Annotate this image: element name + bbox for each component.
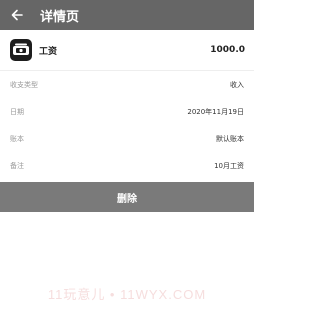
row-value: 收入 bbox=[230, 80, 244, 89]
arrow-left-icon bbox=[11, 9, 23, 21]
back-button[interactable] bbox=[8, 6, 26, 24]
detail-row-book: 账本 默认账本 bbox=[0, 125, 254, 152]
row-value: 10月工资 bbox=[214, 161, 244, 170]
page-title: 详情页 bbox=[40, 9, 80, 25]
row-label: 账本 bbox=[10, 134, 24, 143]
detail-row-type: 收支类型 收入 bbox=[0, 71, 254, 98]
row-value: 默认账本 bbox=[216, 134, 244, 143]
row-label: 备注 bbox=[10, 161, 24, 170]
record-summary: 工资 1000.0 bbox=[0, 30, 254, 70]
watermark: 11玩意儿 • 11WYX.COM bbox=[47, 287, 207, 302]
category-name: 工资 bbox=[39, 46, 58, 57]
app-bar: 详情页 bbox=[0, 0, 254, 30]
amount-value: 1000.0 bbox=[210, 45, 245, 55]
wallet-icon bbox=[10, 39, 32, 61]
row-value: 2020年11月19日 bbox=[187, 107, 244, 116]
detail-row-date: 日期 2020年11月19日 bbox=[0, 98, 254, 125]
row-label: 收支类型 bbox=[10, 80, 38, 89]
detail-row-note: 备注 10月工资 bbox=[0, 152, 254, 179]
delete-button[interactable]: 删除 bbox=[0, 182, 254, 212]
row-label: 日期 bbox=[10, 107, 24, 116]
